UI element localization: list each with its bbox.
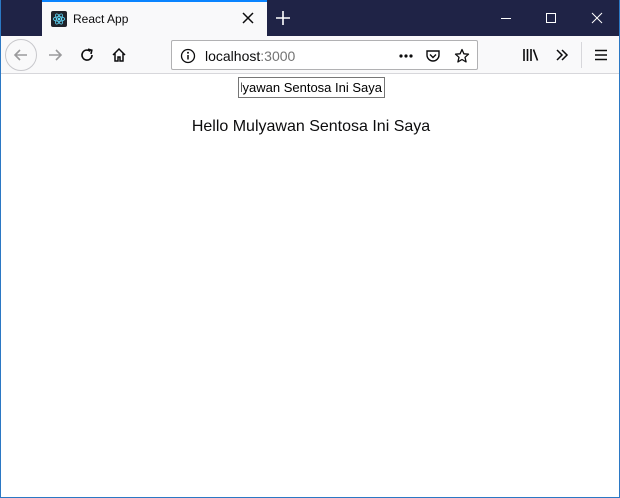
close-icon[interactable] xyxy=(239,9,257,27)
address-bar[interactable]: localhost:3000 xyxy=(171,40,478,70)
ellipsis-icon[interactable] xyxy=(397,47,415,65)
pocket-icon[interactable] xyxy=(424,47,442,65)
info-icon[interactable] xyxy=(179,47,197,65)
reload-button[interactable] xyxy=(71,39,103,71)
browser-window: React App localhost:3000 Hello Mulyawan … xyxy=(0,0,620,498)
url-host: localhost xyxy=(205,48,261,64)
toolbar-divider xyxy=(581,42,582,68)
reload-icon xyxy=(81,48,93,61)
url-text[interactable]: localhost:3000 xyxy=(205,48,295,64)
maximize-icon[interactable] xyxy=(528,0,574,36)
hamburger-icon xyxy=(595,49,607,61)
greeting-text: Hello Mulyawan Sentosa Ini Saya xyxy=(191,118,431,135)
close-window-icon[interactable] xyxy=(574,0,619,36)
library-button[interactable] xyxy=(515,39,547,71)
minimize-icon[interactable] xyxy=(483,0,529,36)
tab-react-app[interactable]: React App xyxy=(42,0,267,36)
forward-button[interactable] xyxy=(39,39,71,71)
url-port: :3000 xyxy=(260,48,296,64)
home-button[interactable] xyxy=(103,39,135,71)
page-content: Hello Mulyawan Sentosa Ini Saya xyxy=(1,75,619,497)
chevron-double-right-icon xyxy=(556,49,569,61)
library-icon xyxy=(523,49,539,61)
star-icon[interactable] xyxy=(453,47,471,65)
back-button[interactable] xyxy=(5,39,37,71)
name-input[interactable] xyxy=(238,77,385,98)
react-logo-icon xyxy=(51,11,67,27)
tab-strip: React App xyxy=(1,0,619,36)
plus-icon[interactable] xyxy=(271,6,295,30)
home-icon xyxy=(112,47,126,62)
navigation-toolbar: localhost:3000 xyxy=(1,36,619,74)
tab-title: React App xyxy=(73,12,129,26)
overflow-button[interactable] xyxy=(546,39,578,71)
arrow-left-icon xyxy=(13,49,27,61)
menu-button[interactable] xyxy=(585,39,617,71)
arrow-right-icon xyxy=(49,49,63,61)
